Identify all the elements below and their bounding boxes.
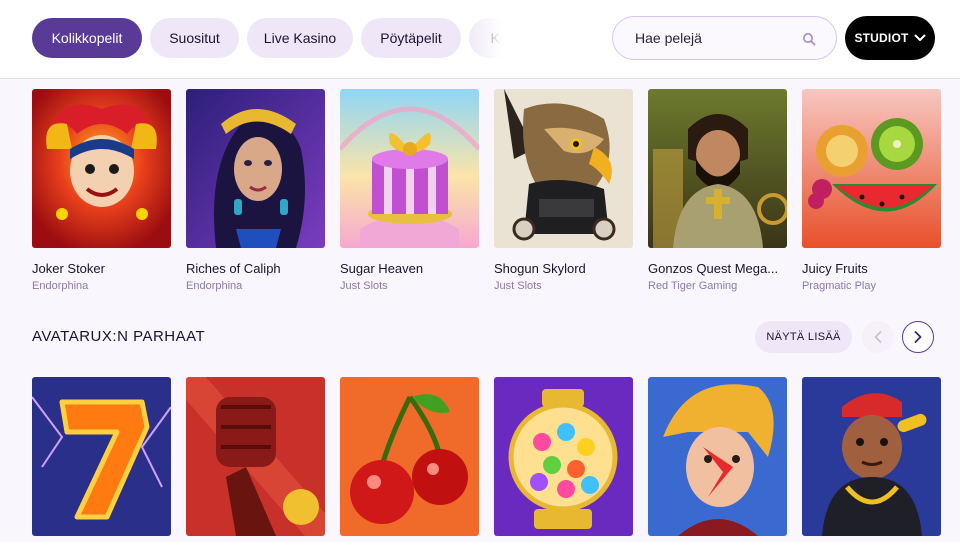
chevron-left-icon bbox=[874, 331, 882, 343]
game-thumbnail-shogun-skylord[interactable] bbox=[494, 89, 633, 248]
tab-suositut[interactable]: Suositut bbox=[150, 18, 239, 58]
game-name[interactable]: Riches of Caliph bbox=[186, 261, 325, 276]
show-more-button[interactable]: NÄYTÄ LISÄÄ bbox=[755, 321, 852, 353]
game-name[interactable]: Sugar Heaven bbox=[340, 261, 479, 276]
category-tabs: Kolikkopelit Suositut Live Kasino Pöytäp… bbox=[32, 18, 506, 58]
search-box[interactable] bbox=[612, 16, 837, 60]
game-thumbnail-fist[interactable] bbox=[186, 377, 325, 536]
game-name[interactable]: Gonzos Quest Mega... bbox=[648, 261, 787, 276]
game-card[interactable]: Juicy Fruits Pragmatic Play bbox=[802, 89, 941, 292]
game-provider: Endorphina bbox=[32, 280, 89, 292]
game-card[interactable]: Gonzos Quest Mega... Red Tiger Gaming bbox=[648, 89, 787, 292]
carousel-next-button[interactable] bbox=[902, 321, 934, 353]
game-thumbnail-gumball-machine[interactable] bbox=[494, 377, 633, 536]
game-thumbnail-lucky-seven[interactable] bbox=[32, 377, 171, 536]
game-card[interactable]: Shogun Skylord Just Slots bbox=[494, 89, 633, 292]
game-card[interactable] bbox=[340, 377, 479, 536]
top-bar: Kolikkopelit Suositut Live Kasino Pöytäp… bbox=[0, 0, 960, 79]
studios-label: STUDIOT bbox=[854, 31, 909, 45]
studios-button[interactable]: STUDIOT bbox=[845, 16, 935, 60]
game-provider: Just Slots bbox=[340, 280, 388, 292]
game-thumbnail-joker-stoker[interactable] bbox=[32, 89, 171, 248]
game-grid-avatarux bbox=[32, 377, 941, 536]
game-provider: Pragmatic Play bbox=[802, 280, 876, 292]
search-input[interactable] bbox=[635, 30, 795, 46]
game-card[interactable] bbox=[494, 377, 633, 536]
game-card[interactable]: Joker Stoker Endorphina bbox=[32, 89, 171, 292]
chevron-down-icon bbox=[914, 34, 926, 41]
game-thumbnail-riches-of-caliph[interactable] bbox=[186, 89, 325, 248]
tab-kolikkopelit[interactable]: Kolikkopelit bbox=[32, 18, 142, 58]
game-thumbnail-rock-star[interactable] bbox=[648, 377, 787, 536]
game-card[interactable]: Sugar Heaven Just Slots bbox=[340, 89, 479, 292]
tab-poytapelit[interactable]: Pöytäpelit bbox=[361, 18, 461, 58]
game-card[interactable] bbox=[648, 377, 787, 536]
game-thumbnail-juicy-fruits[interactable] bbox=[802, 89, 941, 248]
carousel-prev-button[interactable] bbox=[862, 321, 894, 353]
game-card[interactable] bbox=[32, 377, 171, 536]
game-name[interactable]: Shogun Skylord bbox=[494, 261, 633, 276]
game-thumbnail-sugar-heaven[interactable] bbox=[340, 89, 479, 248]
game-card[interactable]: Riches of Caliph Endorphina bbox=[186, 89, 325, 292]
search-icon[interactable] bbox=[802, 32, 816, 46]
game-provider: Endorphina bbox=[186, 280, 243, 292]
game-card[interactable] bbox=[802, 377, 941, 536]
game-provider: Just Slots bbox=[494, 280, 542, 292]
game-provider: Red Tiger Gaming bbox=[648, 280, 738, 292]
game-thumbnail-gonzos-quest[interactable] bbox=[648, 89, 787, 248]
game-grid-top: Joker Stoker Endorphina Riches of Caliph… bbox=[32, 89, 941, 292]
chevron-right-icon bbox=[914, 331, 922, 343]
tabs-fade-overlay bbox=[466, 18, 508, 58]
game-card[interactable] bbox=[186, 377, 325, 536]
game-name[interactable]: Joker Stoker bbox=[32, 261, 171, 276]
section-title: AVATARUX:N PARHAAT bbox=[32, 328, 206, 345]
game-thumbnail-cherries[interactable] bbox=[340, 377, 479, 536]
game-thumbnail-gold-chain-character[interactable] bbox=[802, 377, 941, 536]
tab-live-kasino[interactable]: Live Kasino bbox=[247, 18, 353, 58]
game-name[interactable]: Juicy Fruits bbox=[802, 261, 941, 276]
